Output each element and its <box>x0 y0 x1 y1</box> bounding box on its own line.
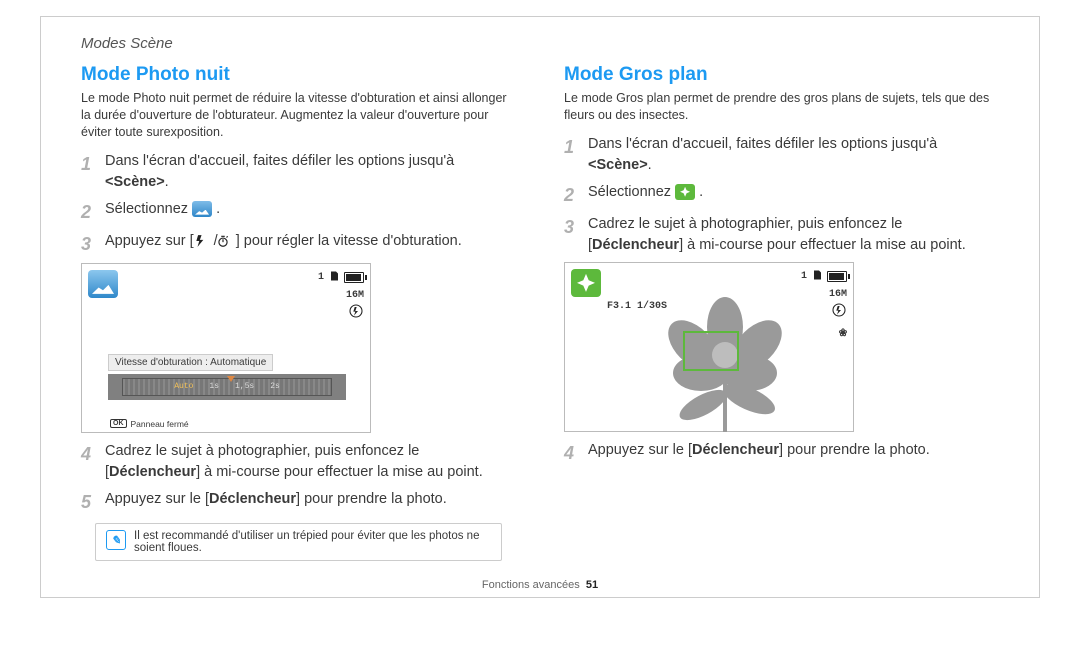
step-number: 4 <box>564 440 580 466</box>
page-footer: Fonctions avancées 51 <box>41 579 1039 591</box>
ruler-tick-1s: 1s <box>209 382 219 391</box>
tip-box: ✎ Il est recommandé d'utiliser un trépie… <box>95 523 502 561</box>
section-title: Mode Photo nuit <box>81 64 516 86</box>
section-description: Le mode Gros plan permet de prendre des … <box>564 90 999 124</box>
shutter-speed-slider[interactable]: Auto 1s 1,5s 2s <box>108 374 346 400</box>
note-icon: ✎ <box>106 530 126 550</box>
footer-section-label: Fonctions avancées <box>482 579 580 591</box>
ruler-tick-1-5s: 1,5s <box>235 382 254 391</box>
step-number: 4 <box>81 441 97 483</box>
battery-icon <box>344 272 364 283</box>
macro-scene-icon <box>675 184 695 200</box>
shots-remaining: 1 <box>801 271 807 282</box>
step-number: 1 <box>81 151 97 193</box>
lcd-preview-macro: F3.1 1/30S 1 16M ❀ <box>564 262 854 432</box>
breadcrumb: Modes Scène <box>81 35 999 52</box>
flash-icon <box>194 234 214 250</box>
memory-card-icon <box>328 270 340 286</box>
lcd-preview-night: 1 16M Vitesse d'obturation : Automatique… <box>81 263 371 433</box>
ruler-tick-2s: 2s <box>270 382 280 391</box>
step-text: Dans l'écran d'accueil, faites défiler l… <box>588 134 999 176</box>
manual-page: Modes Scène Mode Photo nuit Le mode Phot… <box>40 16 1040 598</box>
step-text: Appuyez sur le [Déclencheur] pour prendr… <box>105 489 516 515</box>
section-night-photo: Mode Photo nuit Le mode Photo nuit perme… <box>81 64 516 561</box>
resolution-label: 16M <box>829 289 847 300</box>
tip-text: Il est recommandé d'utiliser un trépied … <box>134 530 491 554</box>
step-text: Sélectionnez . <box>105 199 516 225</box>
step-number: 2 <box>564 182 580 208</box>
focus-rectangle <box>683 331 739 371</box>
step-number: 2 <box>81 199 97 225</box>
step-text: Appuyez sur le [Déclencheur] pour prendr… <box>588 440 999 466</box>
flash-off-icon <box>346 303 364 323</box>
step-text: Dans l'écran d'accueil, faites défiler l… <box>105 151 516 193</box>
timer-icon <box>216 234 236 250</box>
step-text: Appuyez sur [/] pour régler la vitesse d… <box>105 231 516 257</box>
battery-icon <box>827 271 847 282</box>
section-title: Mode Gros plan <box>564 64 999 86</box>
step-number: 1 <box>564 134 580 176</box>
night-scene-icon <box>192 201 212 217</box>
step-text: Cadrez le sujet à photographier, puis en… <box>588 214 999 256</box>
flash-off-icon <box>829 302 847 322</box>
step-number: 5 <box>81 489 97 515</box>
night-scene-badge-icon <box>88 270 118 298</box>
step-text: Sélectionnez . <box>588 182 999 208</box>
page-number: 51 <box>586 579 598 591</box>
memory-card-icon <box>811 269 823 285</box>
macro-focus-icon: ❀ <box>829 325 847 340</box>
step-number: 3 <box>564 214 580 256</box>
section-description: Le mode Photo nuit permet de réduire la … <box>81 90 516 141</box>
step-number: 3 <box>81 231 97 257</box>
step-text: Cadrez le sujet à photographier, puis en… <box>105 441 516 483</box>
shutter-speed-label: Vitesse d'obturation : Automatique <box>108 354 273 371</box>
ok-button-icon: OK <box>110 419 127 428</box>
ruler-tick-auto: Auto <box>174 382 193 391</box>
macro-scene-badge-icon <box>571 269 601 297</box>
shots-remaining: 1 <box>318 272 324 283</box>
section-macro: Mode Gros plan Le mode Gros plan permet … <box>564 64 999 561</box>
panel-closed-label: Panneau fermé <box>131 419 189 429</box>
resolution-label: 16M <box>346 290 364 301</box>
